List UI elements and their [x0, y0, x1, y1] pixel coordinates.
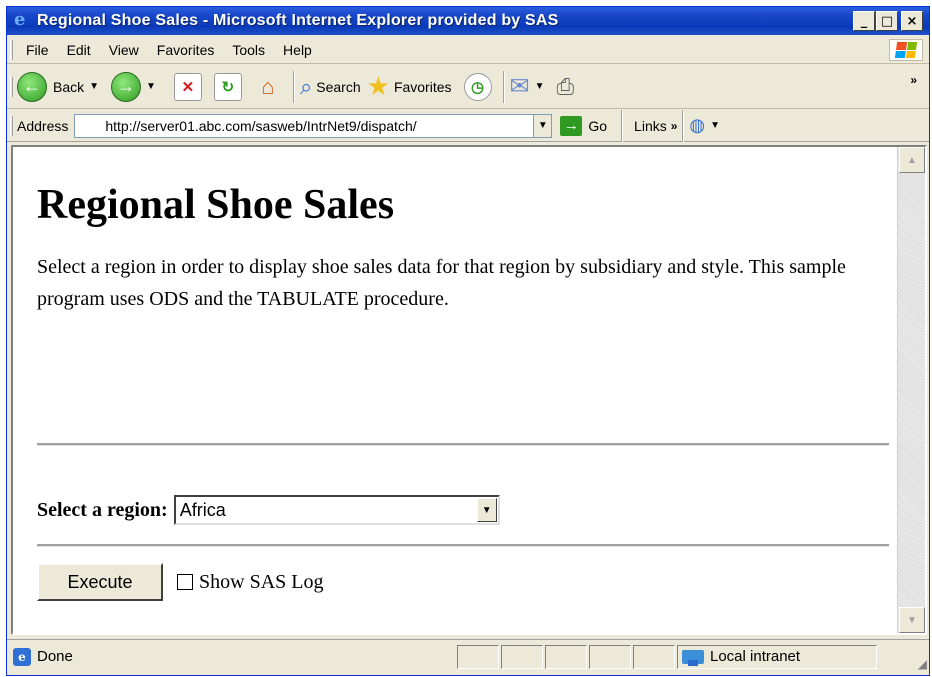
maximize-button[interactable]: □: [876, 11, 898, 31]
window-controls: _ □ ×: [853, 11, 923, 31]
status-cell: [545, 644, 587, 669]
menu-favorites[interactable]: Favorites: [148, 42, 224, 58]
execute-button[interactable]: Execute: [37, 563, 163, 601]
windows-logo: [889, 39, 923, 61]
menu-tools[interactable]: Tools: [223, 42, 274, 58]
print-button[interactable]: ⎙: [557, 74, 575, 100]
back-arrow-icon: ←: [17, 71, 47, 102]
chevron-down-icon[interactable]: ▼: [535, 81, 545, 92]
print-icon: ⎙: [556, 73, 575, 99]
page-viewport: Regional Shoe Sales Select a region in o…: [11, 145, 927, 635]
menu-bar: File Edit View Favorites Tools Help: [7, 36, 929, 64]
chevron-down-icon[interactable]: ▼: [710, 120, 720, 131]
go-button[interactable]: → Go: [560, 115, 608, 136]
page-title: Regional Shoe Sales: [37, 182, 395, 228]
zone-label: Local intranet: [710, 648, 801, 665]
menu-file[interactable]: File: [17, 42, 58, 58]
toolbar-separator: [682, 109, 685, 142]
toolbar-overflow[interactable]: »: [910, 73, 917, 87]
toolbar-separator: [502, 70, 505, 103]
go-arrow-icon: →: [560, 115, 583, 136]
mail-icon: ✉: [509, 73, 530, 100]
star-icon: ★: [366, 71, 390, 101]
status-text: e Done: [7, 647, 457, 666]
status-cell: [457, 644, 499, 669]
menu-view[interactable]: View: [100, 42, 148, 58]
search-button[interactable]: ⌕ Search: [300, 74, 361, 100]
status-cell: [589, 644, 631, 669]
show-log-label[interactable]: Show SAS Log: [199, 571, 323, 594]
resize-grip-icon[interactable]: ◢: [918, 657, 927, 671]
extension-button[interactable]: ◍ ▼: [689, 115, 726, 136]
status-bar: e Done Local intranet ◢: [7, 639, 929, 673]
forward-arrow-icon: →: [111, 71, 142, 102]
links-button[interactable]: Links »: [634, 118, 677, 134]
favorites-button[interactable]: ★ Favorites: [367, 71, 452, 102]
links-overflow: »: [670, 118, 678, 133]
browser-window: e Regional Shoe Sales - Microsoft Intern…: [6, 6, 930, 676]
toolbar-grip[interactable]: [10, 115, 13, 136]
back-button[interactable]: ← Back ▼: [17, 71, 105, 102]
region-row: Select a region: Africa ▼: [37, 495, 500, 525]
page-icon: e: [13, 647, 31, 666]
status-cell: [501, 644, 543, 669]
chevron-down-icon[interactable]: ▼: [476, 498, 497, 522]
close-button[interactable]: ×: [901, 11, 923, 31]
favorites-label: Favorites: [393, 78, 452, 95]
refresh-icon[interactable]: ↻: [213, 72, 242, 101]
forward-button[interactable]: → ▼: [111, 71, 162, 102]
menu-help[interactable]: Help: [274, 42, 321, 58]
back-label: Back: [53, 78, 85, 95]
toolbar-separator: [621, 109, 624, 142]
ie-icon: e: [14, 9, 26, 30]
security-zone[interactable]: Local intranet: [677, 644, 877, 669]
toolbar-separator: [292, 70, 295, 103]
mail-button[interactable]: ✉ ▼: [510, 72, 551, 101]
minimize-button[interactable]: _: [853, 11, 875, 31]
toolbar-grip[interactable]: [10, 76, 13, 97]
links-label: Links: [634, 117, 667, 134]
search-label: Search: [316, 78, 361, 95]
execute-row: Execute Show SAS Log: [37, 563, 323, 601]
address-label: Address: [17, 117, 69, 134]
status-label: Done: [37, 648, 73, 665]
address-input[interactable]: http://server01.abc.com/sasweb/IntrNet9/…: [74, 113, 553, 138]
toolbar-grip[interactable]: [10, 39, 13, 60]
page-body: Regional Shoe Sales Select a region in o…: [13, 147, 897, 633]
menu-edit[interactable]: Edit: [58, 42, 100, 58]
address-dropdown-icon[interactable]: ▼: [533, 114, 552, 137]
region-label: Select a region:: [37, 498, 168, 521]
vertical-scrollbar[interactable]: ▲ ▼: [897, 147, 925, 633]
chevron-down-icon[interactable]: ▼: [89, 81, 99, 92]
scroll-up-icon[interactable]: ▲: [899, 147, 925, 173]
stop-icon[interactable]: ✕: [173, 72, 202, 101]
status-cell: [633, 644, 675, 669]
address-url: http://server01.abc.com/sasweb/IntrNet9/…: [105, 117, 417, 134]
search-icon: ⌕: [299, 73, 313, 99]
region-selected-value: Africa: [179, 499, 226, 520]
window-title: Regional Shoe Sales - Microsoft Internet…: [37, 12, 559, 29]
intranet-icon: [682, 649, 704, 666]
divider: [37, 443, 889, 446]
chevron-down-icon[interactable]: ▼: [146, 81, 156, 92]
standard-toolbar: ← Back ▼ → ▼ ✕ ↻ ⌂ ⌕ Search ★ Favorites …: [7, 65, 929, 109]
region-select[interactable]: Africa ▼: [173, 495, 500, 525]
address-bar: Address http://server01.abc.com/sasweb/I…: [7, 109, 929, 142]
home-icon[interactable]: ⌂: [254, 73, 282, 101]
globe-icon: ◍: [689, 115, 706, 135]
page-description: Select a region in order to display shoe…: [37, 256, 846, 311]
title-bar: e Regional Shoe Sales - Microsoft Intern…: [7, 7, 929, 35]
divider: [37, 544, 889, 547]
scroll-down-icon[interactable]: ▼: [899, 607, 925, 633]
go-label: Go: [588, 117, 608, 134]
show-log-checkbox[interactable]: [177, 574, 193, 590]
history-icon[interactable]: ◷: [463, 72, 492, 101]
